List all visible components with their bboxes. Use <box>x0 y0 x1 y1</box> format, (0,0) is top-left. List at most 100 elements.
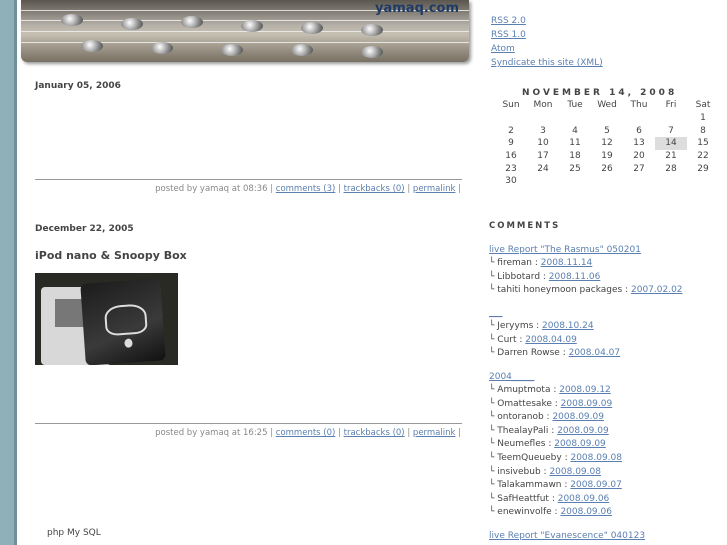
calendar-day: 4 <box>572 125 578 136</box>
comment-item: └ insivebub : 2008.09.08 <box>489 466 601 477</box>
calendar-title: NOVEMBER 14, 2008 <box>522 88 678 98</box>
post-byline: posted by yamaq at 08:36 | <box>155 184 274 194</box>
comment-item: └ tahiti honeymoon packages : 2007.02.02 <box>489 285 683 296</box>
comment-author: Omattesake <box>497 398 552 409</box>
comment-item: └ TeemQueueby : 2008.09.08 <box>489 452 622 463</box>
calendar-day-today[interactable]: 14 <box>655 137 687 150</box>
comment-date-link[interactable]: 2008.11.06 <box>549 272 601 282</box>
calendar-day <box>655 175 687 188</box>
comment-author: tahiti honeymoon packages <box>497 285 623 296</box>
comment-item: └ Amuptmota : 2008.09.12 <box>489 385 611 395</box>
pickup-pole <box>241 20 263 32</box>
calendar-day: 3 <box>540 125 546 136</box>
calendar-day: 23 <box>505 163 517 174</box>
post-date: January 05, 2006 <box>35 81 121 91</box>
comment-group-link[interactable]: 2004_____ <box>489 371 622 384</box>
post-title[interactable]: iPod nano & Snoopy Box <box>35 249 187 262</box>
permalink-link[interactable]: permalink <box>413 184 456 194</box>
comment-date-link[interactable]: 2008.09.06 <box>560 507 612 517</box>
calendar-day-name: Mon <box>533 100 553 111</box>
comment-date-link[interactable]: 2008.09.06 <box>558 494 610 504</box>
calendar-day: 7 <box>668 125 674 136</box>
trackbacks-link[interactable]: trackbacks (0) <box>344 184 405 194</box>
syndicate-link[interactable]: Syndicate this site (XML) <box>491 56 603 70</box>
comment-author: ThealayPali <box>497 425 549 436</box>
calendar-day: 6 <box>636 125 642 136</box>
comment-item: └ Neumefles : 2008.09.09 <box>489 439 606 450</box>
calendar-day: 17 <box>537 151 549 162</box>
calendar-week: 2 3 4 5 6 7 8 <box>495 124 719 137</box>
comment-date-link[interactable]: 2008.09.12 <box>559 385 611 395</box>
comment-date-link[interactable]: 2008.11.14 <box>541 258 593 268</box>
atom-link[interactable]: Atom <box>491 42 603 56</box>
trackbacks-link[interactable]: trackbacks (0) <box>344 428 405 438</box>
meta-separator: | <box>338 184 341 194</box>
comment-author: ontoranob <box>497 412 544 423</box>
comment-date-link[interactable]: 2008.09.09 <box>561 399 613 409</box>
feed-links: RSS 2.0 RSS 1.0 Atom Syndicate this site… <box>491 14 603 70</box>
calendar-day <box>623 112 655 125</box>
calendar-day <box>495 112 527 125</box>
calendar-week: 9 10 11 12 13 14 15 <box>495 137 719 150</box>
snoopy-box-image <box>80 278 166 365</box>
calendar-day: 25 <box>569 163 581 174</box>
comment-date-link[interactable]: 2008.09.09 <box>557 426 609 436</box>
comment-date-link[interactable]: 2008.09.07 <box>570 480 622 490</box>
comments-link[interactable]: comments (0) <box>276 428 336 438</box>
calendar-day <box>591 175 623 188</box>
comment-item: └ ThealayPali : 2008.09.09 <box>489 425 609 436</box>
calendar-day-name: Wed <box>597 100 617 111</box>
comments-link[interactable]: comments (3) <box>276 184 336 194</box>
header-banner[interactable]: yamaq.com <box>21 0 469 62</box>
comment-date-link[interactable]: 2008.04.07 <box>569 348 621 358</box>
apple-logo-icon <box>124 338 133 348</box>
rss1-link[interactable]: RSS 1.0 <box>491 28 603 42</box>
calendar-week: 16 17 18 19 20 21 22 <box>495 150 719 163</box>
comment-item: └ SafHeattfut : 2008.09.06 <box>489 493 610 504</box>
calendar-day <box>527 175 559 188</box>
calendar-day: 16 <box>505 151 517 162</box>
pickup-pole <box>291 44 313 56</box>
calendar-day: 12 <box>601 138 613 149</box>
calendar-day: 22 <box>697 151 709 162</box>
comment-author: Darren Rowse <box>497 348 560 359</box>
comment-group-link[interactable]: live Report "The Rasmus" 050201 <box>489 244 683 257</box>
comment-date-link[interactable]: 2007.02.02 <box>631 285 683 295</box>
comment-date-link[interactable]: 2008.09.08 <box>549 467 601 477</box>
comment-date-link[interactable]: 2008.09.08 <box>570 453 622 463</box>
calendar-day: 28 <box>665 163 677 174</box>
calendar-day: 21 <box>665 151 677 162</box>
comment-author: Jeryyms <box>497 321 534 331</box>
snoopy-icon <box>103 303 148 337</box>
comment-date-link[interactable]: 2008.09.09 <box>554 439 606 449</box>
comment-group-link[interactable]: ___ <box>489 307 620 320</box>
rss2-link[interactable]: RSS 2.0 <box>491 14 603 28</box>
post-meta: posted by yamaq at 16:25 | comments (0) … <box>155 428 461 438</box>
comment-date-link[interactable]: 2008.09.09 <box>552 412 604 422</box>
calendar-day: 10 <box>537 138 549 149</box>
post-date: December 22, 2005 <box>35 224 134 234</box>
site-title[interactable]: yamaq.com <box>375 1 459 16</box>
post-photo[interactable] <box>35 273 178 365</box>
comment-group-link[interactable]: live Report "Evanescence" 040123 <box>489 530 645 543</box>
calendar-day <box>623 175 655 188</box>
calendar-day: 19 <box>601 151 613 162</box>
permalink-link[interactable]: permalink <box>413 428 456 438</box>
powered-by: php My SQL <box>47 528 101 538</box>
calendar-day: 26 <box>601 163 613 174</box>
pickup-pole <box>61 14 83 26</box>
comment-date-link[interactable]: 2008.04.09 <box>525 335 577 345</box>
comment-date-link[interactable]: 2008.10.24 <box>542 321 594 331</box>
comment-item: └ ontoranob : 2008.09.09 <box>489 412 604 423</box>
calendar-day-name: Thu <box>630 100 648 111</box>
pickup-pole <box>151 42 173 54</box>
calendar-day: 24 <box>537 163 549 174</box>
calendar-day: 9 <box>508 138 514 149</box>
comment-author: Curt <box>497 334 517 345</box>
post-divider <box>35 423 462 424</box>
calendar-week: 23 24 25 26 27 28 29 <box>495 162 719 175</box>
meta-separator: | <box>407 428 411 438</box>
page: yamaq.com January 05, 2006 posted by yam… <box>14 0 727 545</box>
post-byline: posted by yamaq at 16:25 | <box>155 428 274 438</box>
calendar-day: 27 <box>633 163 645 174</box>
